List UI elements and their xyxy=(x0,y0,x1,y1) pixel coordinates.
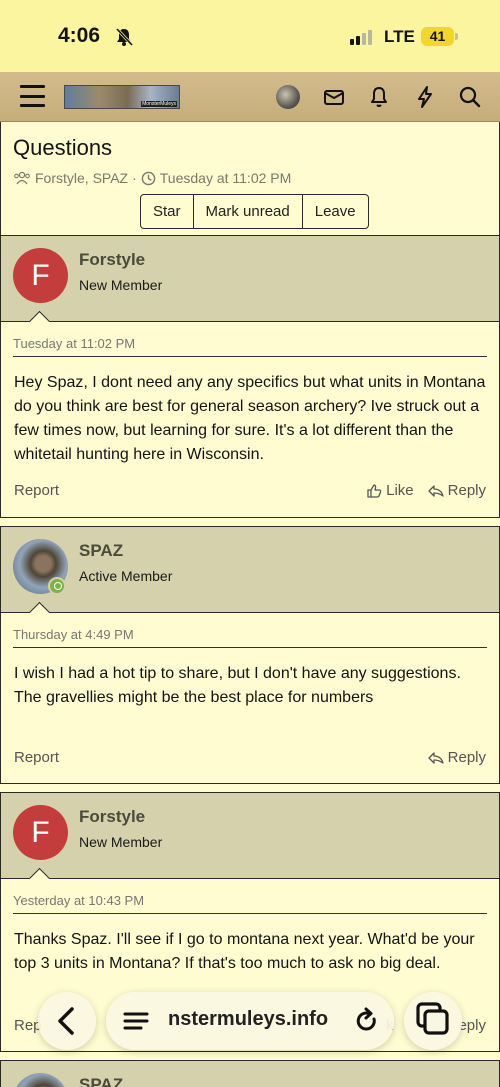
thread-meta: Forstyle, SPAZ · Tuesday at 11:02 PM xyxy=(13,170,291,186)
username[interactable]: SPAZ xyxy=(79,541,123,561)
battery-icon: 41 xyxy=(421,27,454,46)
message-border xyxy=(1,783,499,784)
page-menu-icon[interactable] xyxy=(123,1009,149,1033)
message-user-bar: SPAZ Active Member xyxy=(1,526,499,624)
reply-button[interactable]: Reply xyxy=(427,749,486,766)
reload-icon[interactable] xyxy=(354,1007,380,1035)
avatar[interactable]: F xyxy=(13,805,68,860)
message-date[interactable]: Yesterday at 10:43 PM xyxy=(13,893,144,908)
mark-unread-button[interactable]: Mark unread xyxy=(194,195,303,228)
message-date[interactable]: Thursday at 4:49 PM xyxy=(13,627,134,642)
reply-button[interactable]: Reply xyxy=(427,482,486,499)
username[interactable]: Forstyle xyxy=(79,250,145,270)
report-link[interactable]: Report xyxy=(14,749,59,766)
username[interactable]: SPAZ xyxy=(79,1075,123,1087)
message-date[interactable]: Tuesday at 11:02 PM xyxy=(13,336,135,351)
reply-icon xyxy=(427,751,444,764)
inbox-icon[interactable] xyxy=(322,85,346,109)
message-card: SPAZ xyxy=(0,1060,500,1087)
tabs-icon xyxy=(416,1002,449,1035)
site-navbar: MonsterMuleys xyxy=(0,72,500,122)
bell-icon[interactable] xyxy=(367,85,391,109)
thread-date[interactable]: Tuesday at 11:02 PM xyxy=(160,170,292,186)
hamburger-menu-icon[interactable] xyxy=(20,85,45,107)
message-card: F Forstyle New Member Tuesday at 11:02 P… xyxy=(0,235,500,518)
divider xyxy=(13,913,487,914)
message-card: SPAZ Active Member Thursday at 4:49 PM I… xyxy=(0,526,500,784)
message-arrow xyxy=(28,601,51,624)
reply-label: Reply xyxy=(447,482,486,499)
message-body: I wish I had a hot tip to share, but I d… xyxy=(14,665,461,706)
bolt-icon[interactable] xyxy=(413,85,437,109)
user-title: New Member xyxy=(79,277,163,293)
site-logo-text: MonsterMuleys xyxy=(141,101,177,107)
address-bar[interactable]: nstermuleys.info xyxy=(106,992,394,1050)
thread-actions: Star Mark unread Leave xyxy=(140,194,369,229)
account-avatar[interactable] xyxy=(276,85,300,109)
network-type: LTE xyxy=(384,27,415,46)
message-user-bar: SPAZ xyxy=(1,1060,499,1087)
clock-icon xyxy=(141,171,156,185)
url-text: nstermuleys.info xyxy=(168,1008,329,1030)
username[interactable]: Forstyle xyxy=(79,807,145,827)
participants[interactable]: Forstyle, SPAZ xyxy=(35,170,128,186)
message-body: Thanks Spaz. I'll see if I go to montana… xyxy=(14,931,475,972)
search-icon[interactable] xyxy=(458,85,482,109)
online-status-icon xyxy=(48,577,66,595)
status-bar: 4:06 LTE 41 xyxy=(0,0,500,72)
users-icon xyxy=(14,171,30,185)
browser-toolbar: nstermuleys.info xyxy=(0,992,500,1052)
message-arrow xyxy=(28,867,51,890)
page-title: Questions xyxy=(13,135,113,160)
star-button[interactable]: Star xyxy=(141,195,194,228)
reply-icon xyxy=(427,484,444,497)
reply-label: Reply xyxy=(447,749,486,766)
avatar[interactable] xyxy=(13,1073,68,1087)
thread-header: Questions Forstyle, SPAZ · Tuesday at 11… xyxy=(0,122,500,235)
signal-icon xyxy=(350,30,372,45)
divider xyxy=(13,356,487,357)
message-body: Hey Spaz, I dont need any any specifics … xyxy=(14,374,486,463)
meta-separator: · xyxy=(132,170,137,186)
chevron-left-icon xyxy=(58,1007,74,1035)
message-user-bar: F Forstyle New Member xyxy=(1,792,499,890)
message-arrow xyxy=(28,310,51,333)
like-label: Like xyxy=(386,482,414,499)
like-button[interactable]: Like xyxy=(366,482,414,499)
status-time: 4:06 xyxy=(58,24,101,47)
site-logo[interactable]: MonsterMuleys xyxy=(64,85,180,109)
tabs-button[interactable] xyxy=(404,992,462,1050)
back-button[interactable] xyxy=(38,992,96,1050)
battery-tip xyxy=(455,33,458,40)
thumbs-up-icon xyxy=(367,483,382,498)
avatar[interactable]: F xyxy=(13,248,68,303)
message-user-bar: F Forstyle New Member xyxy=(1,235,499,333)
leave-button[interactable]: Leave xyxy=(303,195,368,228)
user-title: New Member xyxy=(79,834,163,850)
report-link[interactable]: Report xyxy=(14,482,59,499)
divider xyxy=(13,647,487,648)
user-title: Active Member xyxy=(79,568,173,584)
silent-bell-icon xyxy=(115,27,134,47)
message-border xyxy=(1,517,499,518)
